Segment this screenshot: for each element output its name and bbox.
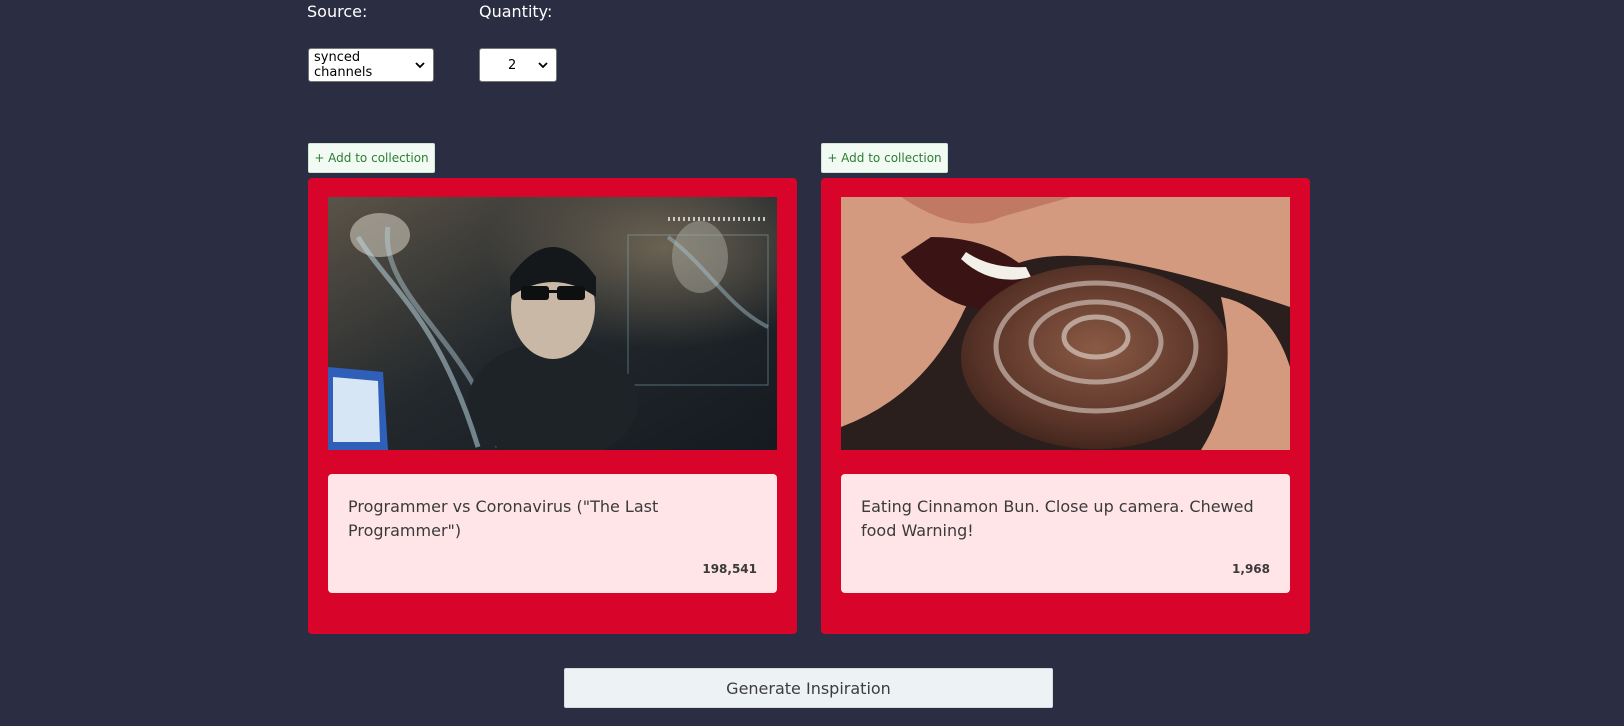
add-to-collection-button[interactable]: + Add to collection [308, 143, 435, 173]
chevron-down-icon [413, 58, 427, 72]
chevron-down-icon [536, 58, 550, 72]
video-info: Programmer vs Coronavirus ("The Last Pro… [328, 474, 777, 593]
video-card: Eating Cinnamon Bun. Close up camera. Ch… [821, 178, 1310, 634]
generate-inspiration-button[interactable]: Generate Inspiration [564, 668, 1053, 708]
source-select-value: synced channels [314, 50, 373, 80]
video-title: Eating Cinnamon Bun. Close up camera. Ch… [861, 497, 1254, 540]
quantity-select-value: 2 [508, 57, 517, 73]
video-title: Programmer vs Coronavirus ("The Last Pro… [348, 497, 659, 540]
add-to-collection-button[interactable]: + Add to collection [821, 143, 948, 173]
video-info: Eating Cinnamon Bun. Close up camera. Ch… [841, 474, 1290, 593]
source-select[interactable]: synced channels [308, 48, 434, 82]
source-label: Source: [307, 2, 368, 21]
quantity-select[interactable]: 2 [479, 48, 557, 82]
video-thumbnail[interactable] [841, 197, 1290, 450]
quantity-label: Quantity: [479, 2, 553, 21]
video-card: Programmer vs Coronavirus ("The Last Pro… [308, 178, 797, 634]
view-count: 198,541 [702, 562, 757, 576]
video-thumbnail[interactable] [328, 197, 777, 450]
page: Source: synced channels Quantity: 2 + Ad… [0, 0, 1624, 726]
view-count: 1,968 [1232, 562, 1270, 576]
thumbnail-image [841, 197, 1290, 450]
thumbnail-image [328, 197, 777, 450]
